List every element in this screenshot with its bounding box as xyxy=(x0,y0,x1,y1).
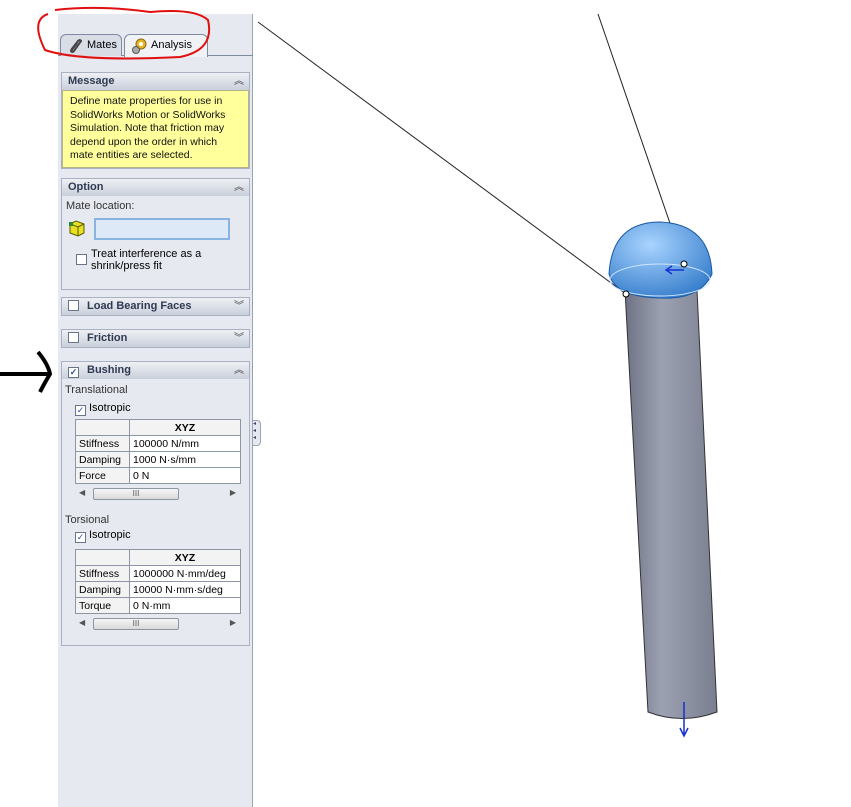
annotation-red-circle xyxy=(37,6,211,60)
mate-point xyxy=(680,260,688,268)
sketch-line xyxy=(257,21,627,295)
annotation-arrow xyxy=(0,350,53,393)
cylinder-part[interactable] xyxy=(624,289,718,719)
mate-point xyxy=(622,290,630,298)
hemisphere-part[interactable] xyxy=(608,221,713,299)
graphics-viewport[interactable] xyxy=(0,0,851,807)
